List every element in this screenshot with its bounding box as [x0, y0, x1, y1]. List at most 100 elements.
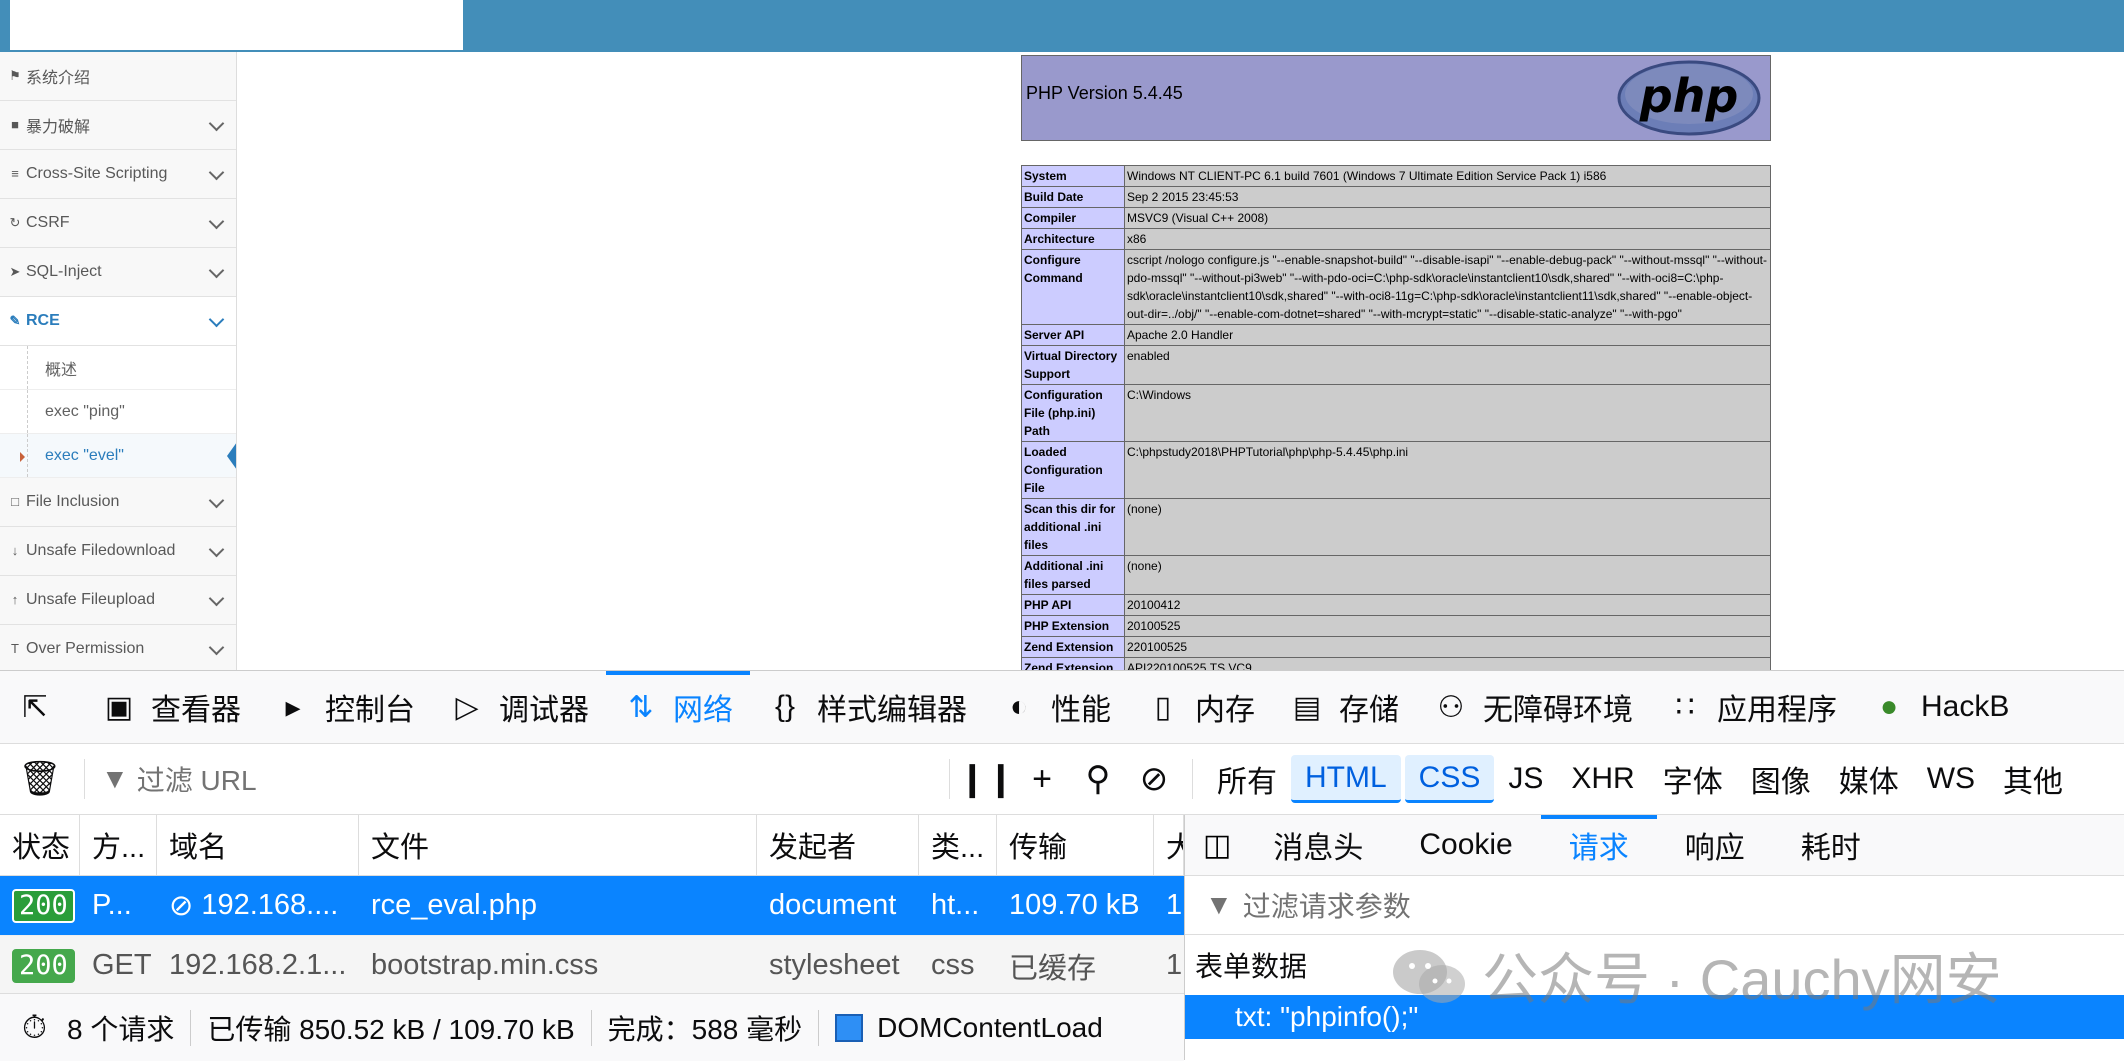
- toggle-sidebar-icon[interactable]: ◫: [1185, 828, 1245, 863]
- divider: [590, 1009, 592, 1046]
- type-media[interactable]: 媒体: [1825, 755, 1913, 803]
- chevron-down-icon: [208, 213, 225, 230]
- phpinfo-key: Compiler: [1021, 207, 1125, 229]
- type-js[interactable]: JS: [1494, 755, 1557, 803]
- type-xhr[interactable]: XHR: [1557, 755, 1648, 803]
- sidebar-item-label: Over Permission: [26, 640, 145, 657]
- table-row[interactable]: 200 P... ⊘ 192.168.... rce_eval.php docum…: [0, 876, 1184, 936]
- col-initiator[interactable]: 发起者: [757, 815, 919, 875]
- phpinfo-row: System Windows NT CLIENT-PC 6.1 build 760…: [1021, 165, 1771, 187]
- tab-style-editor[interactable]: {} 样式编辑器: [750, 671, 984, 743]
- sidebar-item-label: Unsafe Fileupload: [26, 591, 155, 608]
- plus-icon[interactable]: +: [1014, 760, 1070, 799]
- sidebar-item-xss[interactable]: ≡ Cross-Site Scripting: [0, 150, 236, 199]
- table-row[interactable]: 200 GET 192.168.2.1... bootstrap.min.css…: [0, 936, 1184, 993]
- type-other[interactable]: 其他: [1989, 755, 2077, 803]
- sidebar-item-over-permission[interactable]: T Over Permission: [0, 625, 236, 670]
- col-type[interactable]: 类...: [919, 815, 997, 875]
- tab-accessibility[interactable]: ⚇ 无障碍环境: [1416, 671, 1650, 743]
- col-method[interactable]: 方...: [80, 815, 157, 875]
- cell-size: 1: [1166, 889, 1183, 921]
- type-fonts[interactable]: 字体: [1649, 755, 1737, 803]
- cell-file: bootstrap.min.css: [371, 949, 599, 981]
- trash-icon[interactable]: 🗑: [12, 759, 68, 799]
- phpinfo-row: Virtual Directory Support enabled: [1021, 345, 1771, 385]
- phpinfo-row: Architecture x86: [1021, 228, 1771, 250]
- style-editor-icon: {}: [774, 690, 796, 723]
- col-domain[interactable]: 域名: [157, 815, 359, 875]
- url-filter-input[interactable]: ▼ 过滤 URL: [101, 759, 941, 799]
- details-tabbar: ◫ 消息头 Cookie 请求 响应 耗时: [1185, 815, 2124, 876]
- sidebar-subitem-label: 概述: [45, 361, 78, 379]
- chevron-down-icon: [208, 492, 225, 509]
- type-css[interactable]: CSS: [1404, 755, 1495, 803]
- sidebar-item-sqli[interactable]: ➤ SQL-Inject: [0, 248, 236, 297]
- performance-icon: ◐: [1009, 690, 1029, 723]
- sidebar-item-label: File Inclusion: [26, 493, 120, 510]
- tab-label: 控制台: [325, 694, 415, 727]
- params-filter-input[interactable]: ▼ 过滤请求参数: [1185, 876, 2124, 935]
- col-transfer[interactable]: 传输: [997, 815, 1154, 875]
- phpinfo-row: Build Date Sep 2 2015 23:45:53: [1021, 186, 1771, 208]
- phpinfo-row: Configuration File (php.ini) Path C:\Wind…: [1021, 384, 1771, 442]
- tab-headers[interactable]: 消息头: [1245, 815, 1391, 875]
- col-size[interactable]: 大: [1154, 815, 1184, 875]
- cell-initiator: stylesheet: [769, 949, 900, 981]
- storage-icon: ▤: [1292, 690, 1322, 724]
- chevron-down-icon: [208, 541, 225, 558]
- sidebar-item-rce[interactable]: ✎ RCE: [0, 297, 236, 346]
- sidebar-subitem-overview[interactable]: 概述: [0, 346, 236, 390]
- phpinfo-value: (none): [1124, 498, 1771, 556]
- chevron-down-icon: [208, 262, 225, 279]
- tab-inspector[interactable]: ▣ 查看器: [84, 671, 258, 743]
- search-icon[interactable]: ⚲: [1070, 759, 1126, 799]
- cell-transfer: 109.70 kB: [1009, 889, 1140, 921]
- type-all[interactable]: 所有: [1203, 755, 1291, 803]
- phpinfo-key: PHP API: [1021, 594, 1125, 616]
- block-icon[interactable]: ⊘: [1126, 759, 1182, 799]
- phpinfo-row: Server API Apache 2.0 Handler: [1021, 324, 1771, 346]
- phpinfo-key: System: [1021, 165, 1125, 187]
- sidebar-subitem-exec-ping[interactable]: exec "ping": [0, 390, 236, 434]
- sidebar-item-fileupload[interactable]: ↑ Unsafe Fileupload: [0, 576, 236, 625]
- tab-storage[interactable]: ▤ 存储: [1272, 671, 1416, 743]
- sidebar-subitem-exec-evel[interactable]: exec "evel": [0, 434, 236, 478]
- tab-label: 性能: [1051, 694, 1111, 727]
- tab-request[interactable]: 请求: [1540, 815, 1657, 875]
- tab-timings[interactable]: 耗时: [1773, 815, 1889, 875]
- tab-cookies[interactable]: Cookie: [1391, 815, 1540, 875]
- col-status[interactable]: 状态: [0, 815, 80, 875]
- cell-initiator: document: [769, 889, 897, 921]
- tab-application[interactable]: ∷ 应用程序: [1650, 671, 1854, 743]
- sidebar-item-label: 系统介绍: [26, 70, 91, 87]
- col-file[interactable]: 文件: [359, 815, 757, 875]
- phpinfo-table: System Windows NT CLIENT-PC 6.1 build 760…: [1021, 165, 1771, 670]
- sidebar-item-intro[interactable]: ⚑ 系统介绍: [0, 52, 236, 101]
- phpinfo-row: Zend Extension BuildAPI220100525,TS,VC9: [1021, 657, 1771, 670]
- phpinfo-value: API220100525,TS,VC9: [1124, 657, 1771, 670]
- tab-debugger[interactable]: ▷ 调试器: [432, 671, 606, 743]
- sidebar-item-filedownload[interactable]: ↓ Unsafe Filedownload: [0, 527, 236, 576]
- type-html[interactable]: HTML: [1291, 755, 1401, 803]
- tab-network[interactable]: ⇅ 网络: [606, 671, 750, 743]
- tab-picker[interactable]: ⇱: [0, 671, 84, 743]
- tab-hackbar[interactable]: ● HackB: [1854, 671, 2026, 743]
- tab-memory[interactable]: ▯ 内存: [1128, 671, 1272, 743]
- filter-icon: ▼: [1205, 889, 1233, 920]
- phpinfo-row: Scan this dir for additional .ini files(…: [1021, 498, 1771, 556]
- tab-console[interactable]: ▸ 控制台: [258, 671, 432, 743]
- sidebar-item-file-inclusion[interactable]: □ File Inclusion: [0, 478, 236, 527]
- request-count: 8 个请求: [66, 1013, 175, 1045]
- tab-performance[interactable]: ◐ 性能: [984, 671, 1128, 743]
- tab-response[interactable]: 响应: [1657, 815, 1773, 875]
- sidebar-item-bruteforce[interactable]: ■ 暴力破解: [0, 101, 236, 150]
- network-status-bar: ⏱ 8 个请求 已传输 850.52 kB / 109.70 kB 完成：588…: [0, 993, 1184, 1061]
- phpinfo-header: PHP Version 5.4.45 php: [1021, 55, 1771, 141]
- pause-icon[interactable]: ❙❙: [958, 759, 1015, 799]
- sidebar-subitem-label: exec "evel": [45, 446, 124, 464]
- sidebar-item-csrf[interactable]: ↻ CSRF: [0, 199, 236, 248]
- type-images[interactable]: 图像: [1737, 755, 1825, 803]
- caret-right-icon: [20, 452, 25, 462]
- phpinfo-key: Additional .ini files parsed: [1021, 555, 1125, 595]
- type-ws[interactable]: WS: [1913, 755, 1989, 803]
